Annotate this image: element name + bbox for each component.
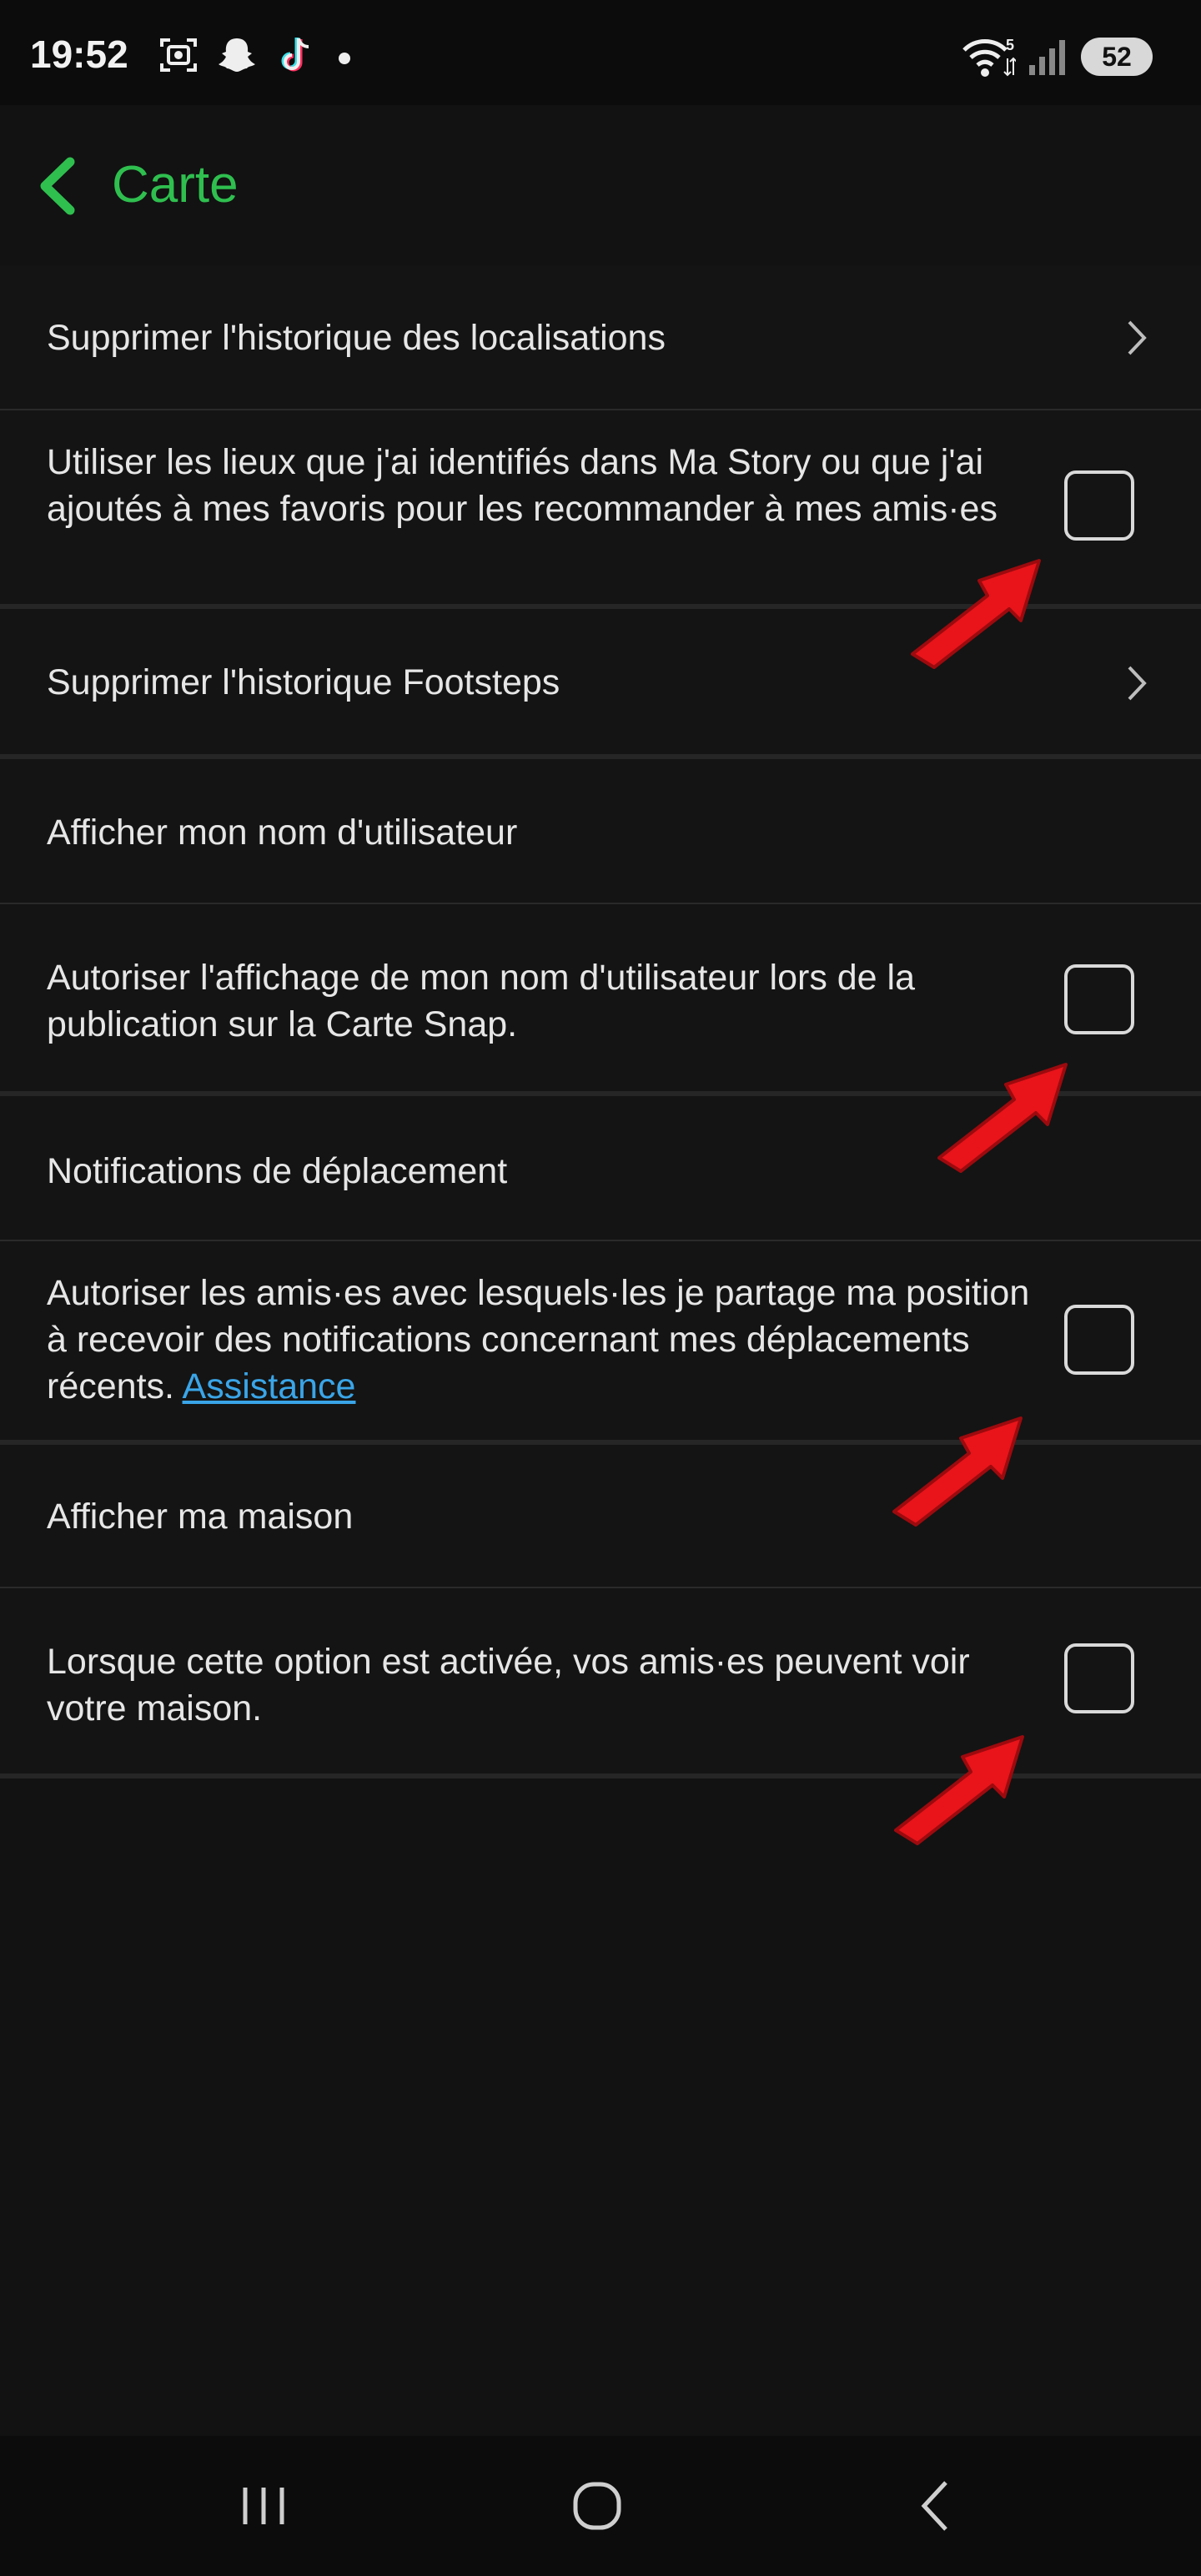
annotation-arrow-icon: [937, 1063, 1068, 1173]
back-icon[interactable]: [904, 2473, 971, 2539]
chevron-right-icon: [1128, 320, 1147, 355]
svg-text:5: 5: [1006, 37, 1014, 53]
app-header: Carte: [0, 105, 1201, 267]
annotation-arrow-icon: [892, 1416, 1023, 1527]
screenshot-icon: [160, 38, 197, 72]
show-username-label: Autoriser l'affichage de mon nom d'utili…: [47, 958, 916, 1044]
use-places-checkbox[interactable]: [1064, 470, 1134, 541]
show-home-checkbox[interactable]: [1064, 1643, 1134, 1713]
movement-notifications-label: Autoriser les amis·es avec lesquels·les …: [47, 1273, 1030, 1406]
wifi-icon: 5: [962, 37, 1016, 77]
annotation-arrow-icon: [911, 559, 1041, 669]
show-home-label: Lorsque cette option est activée, vos am…: [47, 1642, 970, 1728]
system-nav-bar: [0, 2436, 1201, 2576]
tiktok-icon: [281, 38, 309, 72]
assistance-link[interactable]: Assistance: [183, 1366, 356, 1406]
movement-notifications-section-title: Notifications de déplacement: [47, 1151, 508, 1191]
show-username-section-header: Afficher mon nom d'utilisateur: [0, 759, 1201, 904]
show-home-section-title: Afficher ma maison: [47, 1497, 354, 1537]
status-system-icons: 5 52: [961, 33, 1153, 80]
chevron-right-icon: [1128, 666, 1147, 701]
back-chevron-icon[interactable]: [33, 157, 83, 215]
show-username-checkbox[interactable]: [1064, 964, 1134, 1034]
annotation-arrow-icon: [894, 1735, 1024, 1845]
status-time: 19:52: [30, 33, 128, 76]
signal-icon: [1029, 40, 1065, 75]
delete-location-history-label: Supprimer l'historique des localisations: [47, 318, 666, 358]
show-username-section-title: Afficher mon nom d'utilisateur: [47, 813, 518, 853]
use-places-label: Utiliser les lieux que j'ai identifiés d…: [47, 442, 997, 529]
delete-footsteps-label: Supprimer l'historique Footsteps: [47, 662, 560, 702]
snapchat-icon: [219, 38, 255, 72]
status-notification-icons: [157, 33, 357, 77]
battery-indicator: 52: [1081, 38, 1153, 76]
status-bar: 19:52 5 52: [0, 0, 1201, 105]
delete-location-history-item[interactable]: Supprimer l'historique des localisations: [0, 265, 1201, 410]
dot-icon: [339, 53, 350, 64]
home-icon[interactable]: [564, 2473, 631, 2539]
recents-icon[interactable]: [230, 2473, 297, 2539]
movement-notifications-checkbox[interactable]: [1064, 1305, 1134, 1375]
page-title: Carte: [112, 156, 239, 214]
